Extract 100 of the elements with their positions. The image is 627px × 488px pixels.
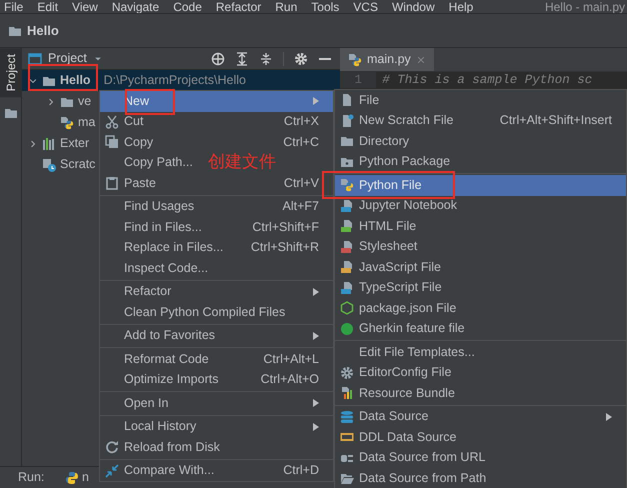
shortcut-label: Ctrl+Alt+L	[263, 350, 319, 368]
menu-item[interactable]: Stylesheet	[359, 237, 418, 256]
menu-item[interactable]: File	[4, 0, 24, 12]
menu-item[interactable]: View	[72, 0, 98, 12]
menu-item[interactable]: Reload from Disk	[124, 438, 220, 457]
menu-item[interactable]: Data Source from URL	[359, 448, 486, 468]
python-file-icon	[60, 116, 74, 130]
menu-item[interactable]: Run	[275, 0, 298, 12]
menu-item[interactable]: Paste	[124, 174, 156, 193]
python-file-icon	[340, 178, 354, 192]
shortcut-label: Ctrl+X	[284, 113, 319, 130]
stylesheet-file-icon	[340, 240, 354, 254]
shortcut-label: Ctrl+V	[284, 174, 319, 192]
menu-item[interactable]: TypeScript File	[359, 278, 442, 298]
gear-icon	[340, 366, 354, 380]
menu-item[interactable]: Resource Bundle	[359, 384, 455, 403]
panel-title[interactable]: Project	[48, 49, 87, 68]
tree-label: Exter	[60, 135, 90, 152]
code-comment: # This is a sample Python sc	[381, 72, 592, 88]
tool-window-tab[interactable]: Project	[0, 48, 22, 98]
menu-item[interactable]: Gherkin feature file	[359, 319, 465, 338]
close-icon	[416, 54, 426, 64]
typescript-file-icon	[340, 280, 354, 295]
menu-item[interactable]: Python Package	[359, 152, 450, 172]
tree-row[interactable]: ve	[22, 91, 92, 112]
library-icon	[42, 136, 56, 150]
scissors-icon	[105, 114, 119, 129]
notebook-file-icon	[340, 198, 354, 213]
menu-item[interactable]: Refactor	[216, 0, 262, 12]
folder-icon	[340, 134, 354, 148]
menu-item[interactable]: Clean Python Compiled Files	[124, 302, 286, 322]
menu-item[interactable]: Find Usages	[124, 197, 194, 216]
settings-icon	[294, 52, 308, 66]
collapse-all-icon	[259, 52, 273, 66]
resource-bundle-icon	[340, 386, 354, 400]
copy-icon	[105, 135, 119, 150]
database-icon	[340, 410, 354, 424]
menu-item[interactable]: package.json File	[359, 298, 456, 318]
shortcut-label: Ctrl+Shift+R	[250, 239, 319, 256]
menu-item[interactable]: Jupyter Notebook	[359, 196, 457, 216]
menu-item[interactable]: Refactor	[124, 282, 172, 302]
javascript-file-icon	[340, 260, 354, 274]
reload-icon	[105, 440, 119, 454]
shortcut-label: Ctrl+C	[283, 134, 319, 151]
menu-item[interactable]: Compare With...	[124, 461, 214, 480]
shortcut-label: Ctrl+Alt+Shift+Insert	[500, 112, 612, 130]
menu-item[interactable]: HTML File	[359, 216, 416, 236]
menu-item[interactable]: Copy	[124, 132, 154, 152]
menu-item[interactable]: Optimize Imports	[124, 370, 218, 390]
menu-item[interactable]: Add to Favorites	[124, 326, 216, 346]
menu-item[interactable]: Copy Path...	[124, 153, 193, 172]
menu-item[interactable]: Navigate	[112, 0, 160, 12]
annotation-text: 创建文件	[208, 151, 276, 173]
tree-row[interactable]: Scratc	[22, 154, 96, 175]
tree-row[interactable]: Hello D:\PycharmProjects\Hello	[22, 70, 340, 91]
tree-label: ma	[78, 114, 96, 132]
menu-item[interactable]: JavaScript File	[359, 258, 441, 277]
menu-item[interactable]: New Scratch File	[359, 111, 454, 130]
tree-row[interactable]: ma	[22, 112, 96, 133]
scratch-file-icon	[42, 158, 56, 172]
breadcrumb-item[interactable]: Hello	[27, 20, 59, 40]
crosshair-icon	[211, 52, 225, 66]
tree-label: Scratc	[60, 156, 96, 174]
menu-item[interactable]: VCS	[353, 0, 378, 12]
tree-row[interactable]: Exter	[22, 133, 90, 154]
menu-item[interactable]: Python File	[335, 175, 626, 196]
minimize-icon	[318, 58, 332, 60]
menu-item[interactable]: Find in Files...	[124, 218, 202, 237]
menu-item[interactable]: Help	[448, 0, 474, 12]
menu-item[interactable]: EditorConfig File	[359, 363, 452, 382]
menu-item[interactable]: Tools	[311, 0, 340, 12]
menu-item[interactable]: Replace in Files...	[124, 238, 224, 258]
run-label: Run:	[18, 469, 44, 486]
menu-item[interactable]: Inspect Code...	[124, 258, 208, 278]
scratch-file-icon	[340, 114, 354, 128]
menu-item[interactable]: Local History	[124, 417, 196, 436]
python-file-icon	[348, 52, 362, 66]
shortcut-label: Ctrl+Shift+F	[252, 218, 319, 236]
highlight-frame	[125, 89, 175, 115]
menu-item[interactable]: Window	[392, 0, 435, 12]
open-folder-icon	[340, 471, 354, 486]
menu-item[interactable]: File	[359, 90, 380, 110]
menu-item[interactable]: Cut	[124, 112, 144, 132]
menu-item[interactable]: Open In	[124, 394, 168, 413]
editor-tab[interactable]: main.py	[340, 48, 434, 71]
panel-icon	[28, 52, 42, 66]
menu-item[interactable]: Data Source from Path	[359, 468, 486, 488]
run-tab[interactable]: n	[64, 468, 89, 487]
menu-item[interactable]: DDL Data Source	[359, 428, 456, 447]
folder-icon	[4, 106, 18, 120]
cucumber-icon	[340, 322, 354, 336]
menu-item[interactable]: Data Source	[359, 407, 428, 426]
expand-all-icon	[235, 52, 249, 66]
menu-item[interactable]: Edit File Templates...	[359, 342, 475, 362]
menu-item[interactable]: Directory	[359, 132, 410, 151]
menu-item[interactable]: Reformat Code	[124, 350, 209, 369]
menu-item[interactable]: Code	[173, 0, 202, 12]
shortcut-label: Alt+F7	[282, 198, 319, 216]
menu-item[interactable]: Edit	[37, 0, 58, 12]
window-title: Hello - main.py	[544, 0, 625, 12]
